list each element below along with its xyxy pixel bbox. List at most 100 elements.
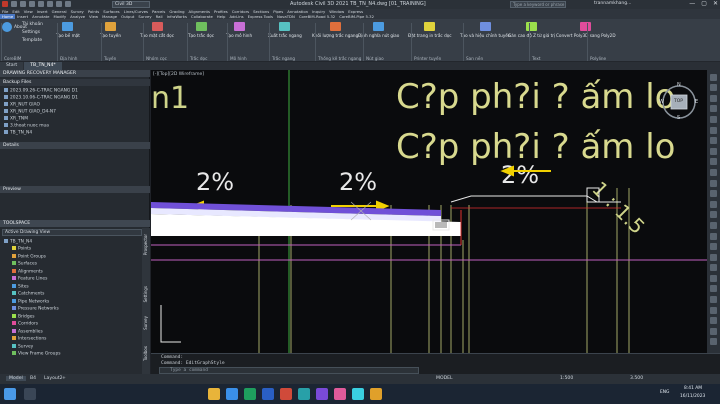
ribbon-tool-8[interactable]: Đặt trang in trắc dọc	[408, 22, 452, 38]
ribbon-tool-10[interactable]: Gán cao độ Z từ giá trị	[508, 22, 555, 38]
tool-palette-icon[interactable]	[710, 232, 717, 240]
ribbon-tab-4[interactable]: Analyze	[68, 14, 87, 19]
tool-palette-icon[interactable]	[710, 327, 717, 335]
ribbon-tool-7[interactable]: Định nghĩa nút giao	[358, 22, 399, 38]
tool-palette-icon[interactable]	[710, 84, 717, 92]
open-icon[interactable]	[20, 1, 26, 7]
tree-item-surfaces[interactable]: Surfaces	[12, 261, 37, 267]
tree-item-view-frame-groups[interactable]: View Frame Groups	[12, 351, 61, 357]
backup-file-item[interactable]: 3.thoat nuoc mua	[4, 123, 49, 129]
windows-start-icon[interactable]	[4, 388, 16, 400]
tree-item-feature-lines[interactable]: Feature Lines	[12, 276, 47, 282]
saveas-icon[interactable]	[38, 1, 44, 7]
minimize-button[interactable]: —	[689, 0, 695, 7]
ribbon-tool-0[interactable]: Tạo bề mặt	[56, 22, 80, 38]
close-button[interactable]: ✕	[713, 0, 718, 7]
tool-palette-icon[interactable]	[710, 137, 717, 145]
search-input[interactable]: Type a keyword or phrase	[510, 1, 566, 8]
ribbon-tab-1[interactable]: Insert	[15, 14, 30, 19]
ribbon-tab-0[interactable]: Home	[0, 14, 16, 19]
tree-item-catchments[interactable]: Catchments	[12, 291, 44, 297]
tree-item-survey[interactable]: Survey	[12, 343, 33, 349]
maximize-button[interactable]: ▢	[701, 0, 707, 7]
ribbon-tab-11[interactable]: Collaborate	[189, 14, 215, 19]
command-input[interactable]: Type a command	[159, 367, 419, 374]
ribbon-tool-3[interactable]: Tạo trắc dọc	[188, 22, 214, 38]
tree-item-alignments[interactable]: Alignments	[12, 268, 43, 274]
model-space-toggle[interactable]: MODEL	[436, 376, 453, 381]
toolspace-view-select[interactable]: Active Drawing View	[2, 229, 142, 236]
tab-drawing[interactable]: TB_TN_N4*	[24, 62, 62, 70]
app-icon[interactable]	[352, 388, 364, 400]
tab-prospector[interactable]: Prospector	[143, 234, 148, 255]
tree-item-assemblies[interactable]: Assemblies	[12, 328, 43, 334]
tool-palette-icon[interactable]	[710, 306, 717, 314]
tool-palette-icon[interactable]	[710, 211, 717, 219]
tool-palette-icon[interactable]	[710, 285, 717, 293]
tool-palette-icon[interactable]	[710, 168, 717, 176]
viewcube-n[interactable]: N	[677, 82, 681, 88]
tree-item-pipe-networks[interactable]: Pipe Networks	[12, 298, 49, 304]
tool-palette-icon[interactable]	[710, 158, 717, 166]
app-icon[interactable]	[370, 388, 382, 400]
details-header[interactable]: Details	[0, 142, 150, 149]
tab-settings[interactable]: Settings	[143, 286, 148, 302]
excel-icon[interactable]	[244, 388, 256, 400]
language-indicator[interactable]: ENG	[660, 390, 669, 395]
taskbar-search-icon[interactable]	[24, 388, 36, 400]
ribbon-tab-2[interactable]: Annotate	[30, 14, 51, 19]
tool-palette-icon[interactable]	[710, 317, 717, 325]
tool-palette-icon[interactable]	[710, 115, 717, 123]
user-account[interactable]: trannamkhang...	[594, 1, 631, 6]
viewcube-e[interactable]: E	[695, 99, 698, 105]
ribbon-tab-13[interactable]: Add-ins	[227, 14, 245, 19]
ribbon-tab-8[interactable]: Survey	[136, 14, 153, 19]
clock-time[interactable]: 8:41 AM	[684, 386, 702, 391]
tab-layout2[interactable]: Layout2	[44, 376, 63, 381]
tree-root[interactable]: TB_TN_N4	[4, 239, 32, 245]
backup-file-item[interactable]: XR_NUT GIAO	[4, 102, 40, 108]
new-icon[interactable]	[11, 1, 17, 7]
tool-palette-icon[interactable]	[710, 126, 717, 134]
tool-palette-icon[interactable]	[710, 73, 717, 81]
backup-files-header[interactable]: Backup Files	[0, 79, 150, 86]
template-item[interactable]: Template	[22, 38, 42, 43]
ribbon-tool-6[interactable]: Khối lượng trắc ngang	[312, 22, 358, 38]
tool-palette-icon[interactable]	[710, 105, 717, 113]
account-item[interactable]: Tài khoản	[22, 22, 43, 27]
browser-icon[interactable]	[226, 388, 238, 400]
tool-palette-icon[interactable]	[710, 338, 717, 346]
ribbon-tab-7[interactable]: Output	[119, 14, 136, 19]
ribbon-tab-12[interactable]: Help	[215, 14, 228, 19]
tool-palette-icon[interactable]	[710, 147, 717, 155]
backup-file-item[interactable]: TB_TN_N4	[4, 130, 32, 136]
backup-file-item[interactable]: XR_NUT GIAO_D4-N7	[4, 109, 56, 115]
tab-toolbox[interactable]: Toolbox	[143, 346, 148, 361]
app-icon[interactable]	[316, 388, 328, 400]
ribbon-tool-2[interactable]: Tạo mặt cắt dọc	[140, 22, 174, 38]
save-icon[interactable]	[29, 1, 35, 7]
tool-palette-icon[interactable]	[710, 253, 717, 261]
tree-item-corridors[interactable]: Corridors	[12, 321, 38, 327]
ribbon-tab-10[interactable]: InfraWorks	[165, 14, 189, 19]
workspace-dropdown[interactable]: Civil 3D	[112, 1, 150, 8]
tree-item-point-groups[interactable]: Point Groups	[12, 253, 46, 259]
ribbon-tool-1[interactable]: Tạo tuyến	[100, 22, 121, 38]
civil3d-icon[interactable]	[298, 388, 310, 400]
settings-item[interactable]: Settings	[22, 30, 40, 35]
tree-item-pressure-networks[interactable]: Pressure Networks	[12, 306, 59, 312]
ribbon-tab-16[interactable]: CoreBIM-Road 5.32	[297, 14, 337, 19]
ribbon-tool-5[interactable]: Xuất trắc ngang	[268, 22, 302, 38]
viewcube-top[interactable]: TOP	[674, 99, 683, 104]
tool-palette-icon[interactable]	[710, 179, 717, 187]
app-icon[interactable]	[334, 388, 346, 400]
tool-palette-icon[interactable]	[710, 296, 717, 304]
tool-palette-icon[interactable]	[710, 190, 717, 198]
tool-palette-icon[interactable]	[710, 243, 717, 251]
drawing-canvas[interactable]: [-][Top][2D Wireframe] n1 C?p ph?i ? ấm …	[151, 70, 720, 353]
elevation-value[interactable]: 3.500	[630, 376, 643, 381]
tab-start[interactable]: Start	[0, 62, 24, 70]
viewcube[interactable]: TOP N S W E	[659, 82, 699, 122]
tool-palette-icon[interactable]	[710, 274, 717, 282]
print-icon[interactable]	[47, 1, 53, 7]
